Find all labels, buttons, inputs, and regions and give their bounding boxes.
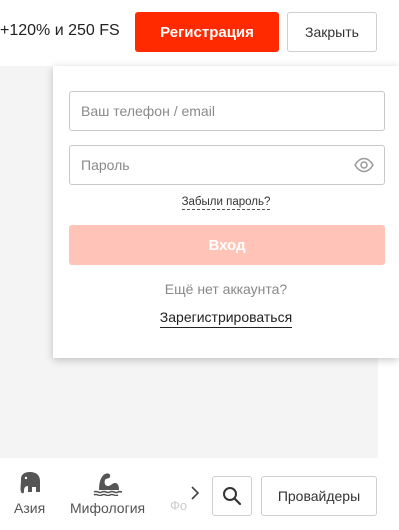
category-label: Мифология [70,500,146,516]
login-submit-button[interactable]: Вход [69,225,385,265]
password-field[interactable]: Пароль [69,145,385,185]
search-button[interactable] [212,476,252,516]
category-bar: Азия Мифология Фо Провайдеры [0,458,399,530]
chevron-right-icon[interactable] [188,485,202,501]
signup-link[interactable]: Зарегистрироваться [159,309,293,328]
promo-text: +120% и 250 FS [0,22,120,39]
close-button[interactable]: Закрыть [287,12,377,52]
category-label: Азия [14,500,46,516]
elephant-icon [20,472,40,494]
sea-monster-icon [93,473,122,496]
forgot-password-link-row: Забыли пароль? [53,196,399,210]
login-panel: Ваш телефон / email Пароль Забыли пароль… [53,66,399,358]
category-faded[interactable]: Фо [170,498,187,513]
no-account-text: Ещё нет аккаунта? [164,281,288,297]
search-icon [223,487,242,506]
signup-link-row: Зарегистрироваться [53,309,399,328]
category-mythology[interactable]: Мифология [70,470,145,516]
category-asia[interactable]: Азия [14,470,45,516]
eye-icon[interactable] [354,157,374,173]
login-placeholder: Ваш телефон / email [81,103,215,119]
header: +120% и 250 FS Регистрация Закрыть [0,0,399,66]
password-placeholder: Пароль [81,157,130,173]
register-button[interactable]: Регистрация [135,12,279,52]
login-field[interactable]: Ваш телефон / email [69,91,385,131]
providers-button[interactable]: Провайдеры [261,476,377,516]
forgot-password-link[interactable]: Забыли пароль? [181,196,271,210]
